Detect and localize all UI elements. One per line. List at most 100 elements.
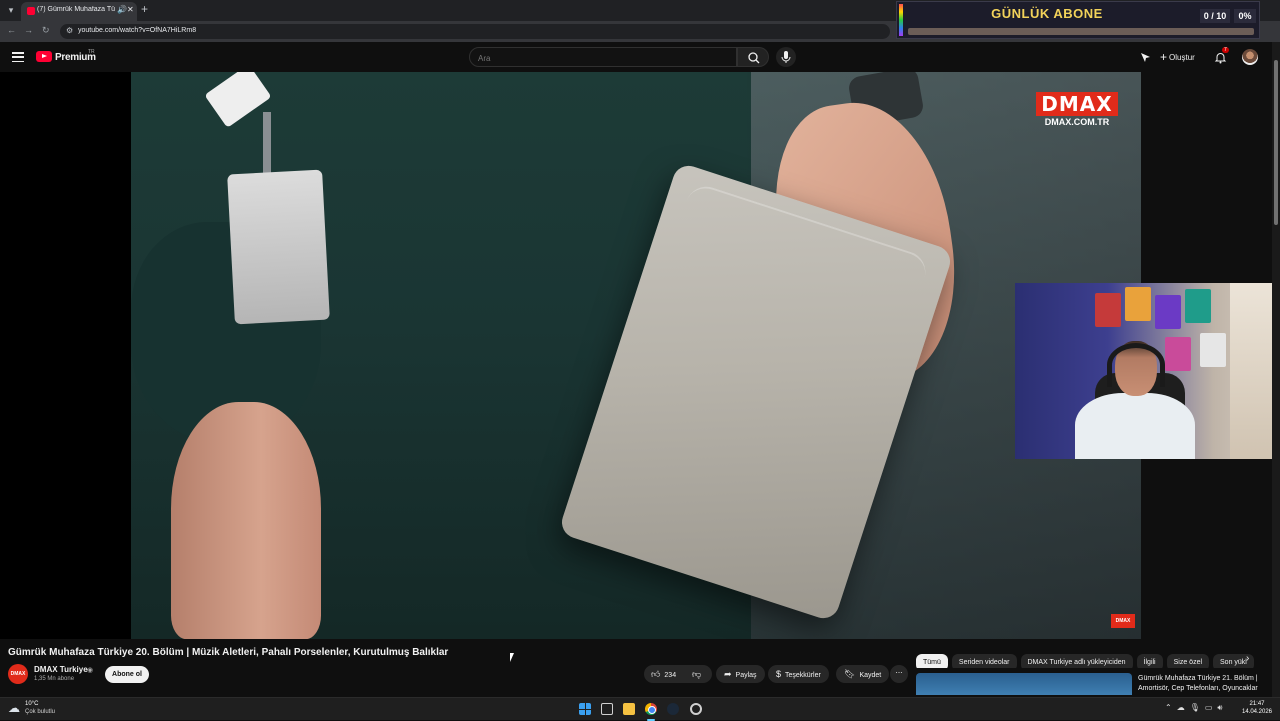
cloud-icon[interactable]: ☁ <box>8 702 22 714</box>
create-button[interactable]: + Oluştur <box>1160 50 1195 64</box>
recommended-video-thumbnail[interactable] <box>916 673 1132 695</box>
site-info-icon[interactable]: ⚙ <box>66 26 73 35</box>
voice-search-button[interactable] <box>776 47 796 67</box>
save-button[interactable]: 🔖︎ Kaydet <box>836 665 890 683</box>
chevron-right-icon[interactable]: › <box>1246 653 1249 664</box>
video-frame[interactable]: DMAX DMAX.COM.TR <box>131 72 1141 639</box>
channel-name[interactable]: DMAX Turkiye <box>34 665 88 674</box>
task-view-icon[interactable] <box>601 703 613 715</box>
file-explorer-icon[interactable] <box>623 703 635 715</box>
notification-badge: 7 <box>1222 47 1229 53</box>
subscriber-goal-widget: GÜNLÜK ABONE 0 / 10 0% <box>896 1 1260 39</box>
webcam-poster <box>1095 293 1121 327</box>
youtube-logo-icon[interactable] <box>36 51 52 62</box>
plus-icon: + <box>1160 50 1168 64</box>
url-field[interactable]: ⚙ youtube.com/watch?v=OfNA7HiLRm8 <box>60 24 890 39</box>
chip[interactable]: Size özel <box>1166 654 1210 668</box>
share-icon: ➦ <box>724 669 732 679</box>
more-icon: ⋯ <box>895 670 903 677</box>
weather-description[interactable]: Çok bulutlu <box>25 709 55 715</box>
user-avatar[interactable] <box>1242 49 1258 65</box>
more-actions-button[interactable]: ⋯ <box>890 665 908 683</box>
tab-audio-icon[interactable]: 🔊 <box>117 5 127 14</box>
chrome-icon[interactable] <box>645 703 657 715</box>
weather-temperature[interactable]: 10°C <box>25 701 38 707</box>
mouse-cursor-icon <box>510 653 518 662</box>
active-tab[interactable]: (7) Gümrük Muhafaza Türkiye 🔊 ✕ <box>21 2 137 21</box>
search-box[interactable] <box>469 47 737 67</box>
clock-date[interactable]: 14.04.2026 <box>1240 709 1274 715</box>
tab-close-icon[interactable]: ✕ <box>127 5 134 14</box>
recommendation-chips: Tümü Seriden videolar DMAX Turkiye adlı yü… <box>916 651 1256 668</box>
webcam-poster <box>1125 287 1151 321</box>
scrollbar-thumb[interactable] <box>1274 60 1278 225</box>
verified-icon: ◉ <box>87 667 94 674</box>
dislike-button[interactable]: 👎︎ <box>692 665 705 685</box>
search-input[interactable] <box>478 54 718 63</box>
thanks-label: Teşekkürler <box>785 672 821 679</box>
back-icon[interactable]: ← <box>7 25 16 35</box>
video-title: Gümrük Muhafaza Türkiye 20. Bölüm | Müzi… <box>8 647 449 658</box>
dmax-corner-logo: DMAX <box>1111 614 1135 628</box>
reload-icon[interactable]: ↻ <box>42 25 50 36</box>
save-label: Kaydet <box>859 672 882 679</box>
windows-start-icon[interactable] <box>579 703 591 715</box>
chip[interactable]: DMAX Turkiye adlı yükleyiciden <box>1020 654 1133 668</box>
webcam-poster <box>1165 337 1191 371</box>
goal-percent: 0% <box>1234 9 1256 23</box>
youtube-header: Premium TR +Oluştur 7 <box>0 42 1280 72</box>
chip[interactable]: Tümü <box>916 654 948 668</box>
create-label: Oluştur <box>1169 53 1195 62</box>
system-tray: ⌃☁🎙︎▭🔊︎ <box>1165 703 1227 713</box>
onedrive-icon[interactable]: ☁ <box>1177 703 1190 712</box>
webcam-poster <box>1155 295 1181 329</box>
volume-icon[interactable]: 🔊︎ <box>1217 703 1227 712</box>
menu-icon[interactable] <box>12 52 24 63</box>
bookmark-icon: 🔖︎ <box>844 669 856 679</box>
streamer-webcam <box>1015 283 1280 459</box>
tab-title: (7) Gümrük Muhafaza Türkiye <box>37 6 115 13</box>
forward-icon[interactable]: → <box>24 25 33 35</box>
dmax-url: DMAX.COM.TR <box>1044 117 1110 127</box>
thumbs-down-icon: 👎︎ <box>692 669 702 679</box>
cast-button[interactable] <box>1139 51 1152 64</box>
microphone-tray-icon[interactable]: 🎙︎ <box>1190 703 1205 712</box>
recommended-video-title[interactable]: Gümrük Muhafaza Türkiye 21. Bölüm | Amor… <box>1138 674 1268 694</box>
thanks-button[interactable]: $ Teşekkürler <box>768 665 829 683</box>
chevron-up-icon[interactable]: ⌃ <box>1165 703 1177 712</box>
subscribe-button[interactable]: Abone ol <box>105 666 149 683</box>
page-scrollbar[interactable] <box>1272 42 1280 697</box>
webcam-poster <box>1185 289 1211 323</box>
share-button[interactable]: ➦ Paylaş <box>716 665 765 683</box>
thumbs-up-icon: 👍︎ <box>651 669 661 679</box>
video-id-card <box>204 72 272 128</box>
share-label: Paylaş <box>735 672 757 679</box>
goal-title: GÜNLÜK ABONE <box>991 6 1103 21</box>
webcam-poster <box>1200 333 1226 367</box>
goal-progress-bar <box>908 28 1254 35</box>
dmax-watermark: DMAX DMAX.COM.TR <box>1036 92 1118 129</box>
like-button[interactable]: 👍︎ 234 <box>651 665 676 685</box>
like-dislike-group: 👍︎ 234 👎︎ <box>644 665 712 683</box>
webcam-person-torso <box>1075 393 1195 459</box>
headset-icon <box>1107 343 1165 387</box>
subscriber-count: 1,35 Mn abone <box>34 676 75 682</box>
steam-icon[interactable] <box>667 703 679 715</box>
video-badge-holder <box>227 169 330 325</box>
youtube-favicon-icon <box>27 7 35 15</box>
chip[interactable]: İlgili <box>1136 654 1163 668</box>
like-count: 234 <box>664 672 677 679</box>
channel-avatar[interactable]: DMAX <box>8 664 28 684</box>
display-icon[interactable]: ▭ <box>1205 703 1218 712</box>
cast-icon <box>1141 53 1150 62</box>
clock-time[interactable]: 21:47 <box>1242 701 1272 707</box>
new-tab-button[interactable]: + <box>141 2 148 16</box>
tab-search-icon[interactable]: ▾ <box>4 3 18 17</box>
dmax-brand: DMAX <box>1036 92 1118 116</box>
search-button[interactable] <box>737 47 769 67</box>
goal-count: 0 / 10 <box>1200 9 1230 23</box>
super-thanks-icon: $ <box>776 669 782 679</box>
obs-icon[interactable] <box>690 703 702 715</box>
chip[interactable]: Seriden videolar <box>951 654 1017 668</box>
video-player[interactable]: DMAX DMAX.COM.TR DMAX <box>0 72 1141 639</box>
